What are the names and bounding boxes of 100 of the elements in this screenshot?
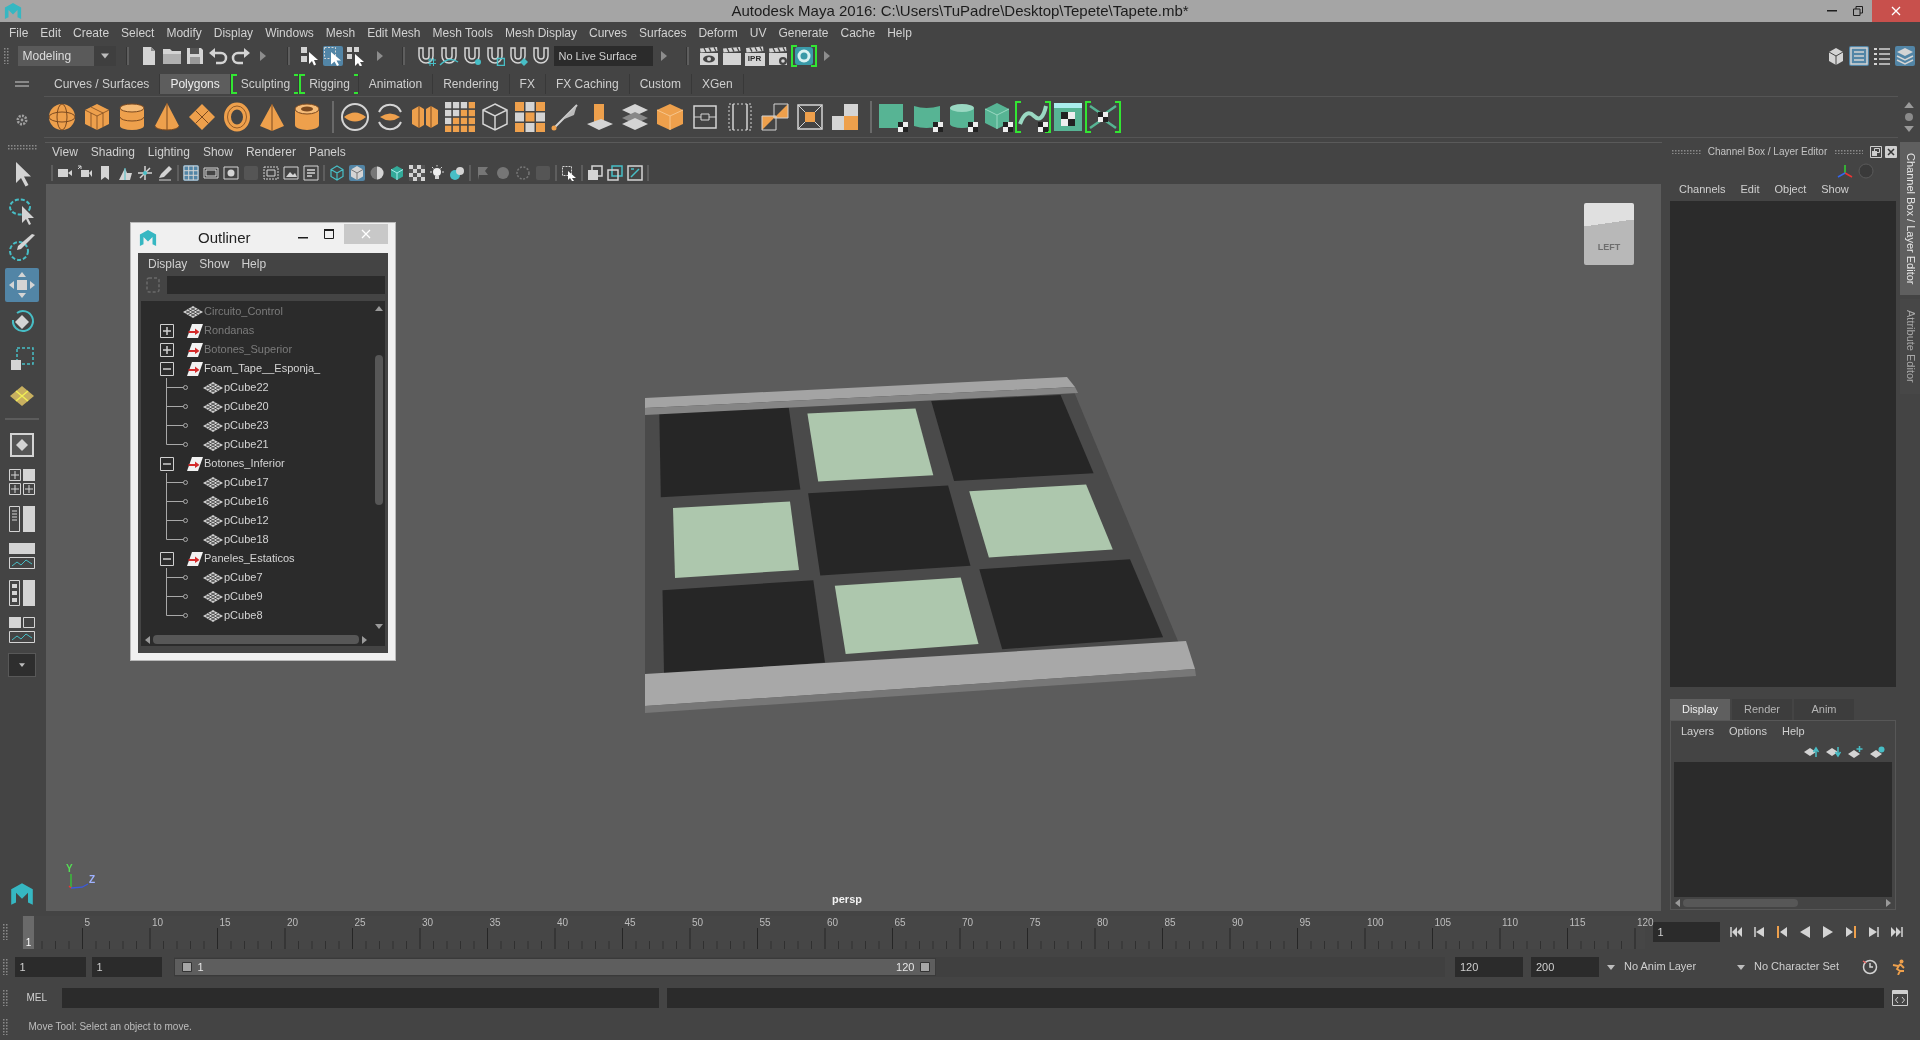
dashed-squares-icon[interactable]	[263, 164, 279, 181]
sphere-icon[interactable]	[47, 102, 77, 132]
torus-icon[interactable]	[222, 102, 252, 132]
menu-item[interactable]: Channels	[1679, 183, 1726, 197]
playback-end-field[interactable]: 120	[1455, 957, 1523, 977]
menu-item[interactable]: Create	[67, 22, 116, 44]
range-slider-track[interactable]: 1 120	[173, 957, 1445, 977]
checker-icon[interactable]	[409, 164, 425, 181]
menu-item[interactable]: Options	[1729, 724, 1767, 739]
render-button[interactable]: IPR	[744, 46, 765, 66]
outliner-item[interactable]: Paneles_Estaticos	[204, 549, 295, 568]
menu-item[interactable]: UV	[743, 22, 773, 44]
cone-icon[interactable]	[152, 102, 182, 132]
quad-squares-icon[interactable]	[830, 102, 860, 132]
shaded-cube-icon[interactable]	[349, 164, 365, 181]
diamond-icon[interactable]	[187, 102, 217, 132]
expand-arrow-icon[interactable]	[376, 51, 383, 61]
four-panes-icon[interactable]	[6, 466, 38, 498]
menu-item[interactable]: Cache	[834, 22, 882, 44]
outliner-item[interactable]: pCube22	[224, 378, 269, 397]
layer-dot-icon[interactable]	[1869, 746, 1885, 758]
key-back-icon[interactable]	[1775, 926, 1788, 938]
menu-item[interactable]: Show	[199, 256, 230, 272]
left-arrow-icon[interactable]	[145, 635, 150, 644]
dial-icon[interactable]	[1862, 959, 1878, 975]
menu-item[interactable]: Show	[202, 143, 233, 162]
menu-item[interactable]: Display	[148, 256, 188, 272]
cursor-box-icon[interactable]	[322, 46, 343, 66]
menu-item[interactable]: Panels	[308, 143, 346, 162]
expand-arrow-icon[interactable]	[259, 51, 266, 61]
pipe-icon[interactable]	[292, 102, 322, 132]
picture-icon[interactable]	[283, 164, 299, 181]
start-frame-field[interactable]: 1	[14, 957, 86, 977]
split-graph-icon[interactable]	[6, 614, 38, 646]
menu-item[interactable]: Mesh Tools	[426, 22, 499, 44]
layer-down-icon[interactable]	[1825, 746, 1841, 758]
restore-icon[interactable]	[1853, 6, 1863, 16]
hex-cube-icon[interactable]	[389, 164, 405, 181]
outliner-item[interactable]: pCube20	[224, 397, 269, 416]
outliner-item[interactable]: Foam_Tape__Esponja_	[204, 359, 321, 378]
shelf-tab[interactable]: Animation	[358, 74, 434, 94]
menu-item[interactable]: Generate	[772, 22, 835, 44]
minus-box-icon[interactable]	[160, 361, 174, 376]
character-set-dropdown[interactable]: No Character Set	[1735, 957, 1855, 977]
scroll-thumb[interactable]	[153, 635, 359, 644]
redo-icon[interactable]	[230, 46, 251, 66]
layers-icon[interactable]	[1895, 46, 1915, 66]
outliner-item[interactable]: Circuito_Control	[204, 302, 283, 321]
script-language-button[interactable]: MEL	[26, 992, 48, 1004]
pyramid-icon[interactable]	[257, 102, 287, 132]
workspace-dropdown[interactable]: Modeling	[17, 46, 116, 66]
wire-cube-icon[interactable]	[480, 102, 510, 132]
tiled-squares-icon[interactable]	[445, 102, 475, 132]
outliner-item[interactable]: pCube9	[224, 587, 263, 606]
key-forward-icon[interactable]	[1844, 926, 1857, 938]
anim-layer-dropdown[interactable]: No Anim Layer	[1605, 957, 1722, 977]
outliner-item[interactable]: pCube23	[224, 416, 269, 435]
up-arrow-icon[interactable]	[1904, 102, 1914, 108]
minimize-icon[interactable]	[1827, 10, 1837, 12]
cube-icon[interactable]	[655, 102, 685, 132]
menu-lines-icon[interactable]	[15, 81, 29, 87]
diagonal-squares-icon[interactable]	[760, 102, 790, 132]
menu-item[interactable]: Renderer	[245, 143, 296, 162]
outliner-item[interactable]: pCube8	[224, 606, 263, 625]
shelf-tab[interactable]: Custom	[629, 74, 692, 94]
sliders-panel-icon[interactable]	[1849, 46, 1869, 66]
window-checker-icon[interactable]	[1053, 102, 1083, 132]
square-node-icon[interactable]	[690, 102, 720, 132]
clapper-gear-icon[interactable]	[767, 46, 788, 66]
folder-icon[interactable]	[161, 46, 182, 66]
float-window-icon[interactable]	[1870, 146, 1882, 158]
shelf-tab[interactable]: XGen	[691, 74, 744, 94]
right-arrow-icon[interactable]	[1886, 899, 1891, 907]
layer-tab[interactable]: Anim	[1794, 699, 1854, 720]
outliner-item[interactable]: pCube18	[224, 530, 269, 549]
list-pane-icon[interactable]	[6, 503, 38, 535]
axes-arrows-icon[interactable]	[137, 164, 153, 181]
cube-stack-icon[interactable]	[1826, 46, 1846, 66]
magnet-icon[interactable]	[530, 46, 551, 66]
pen-icon[interactable]	[157, 164, 173, 181]
shelf-tab[interactable]: Rendering	[433, 74, 510, 94]
outliner-item[interactable]: Botones_Superior	[204, 340, 293, 359]
menu-item[interactable]: Windows	[259, 22, 320, 44]
outliner-item[interactable]: Rondanas	[204, 321, 255, 340]
lens-ring-icon[interactable]	[790, 45, 817, 67]
plus-box-icon[interactable]	[160, 342, 174, 357]
circle-square-icon[interactable]	[223, 164, 239, 181]
cursor-grid-icon[interactable]	[345, 46, 366, 66]
menu-item[interactable]: Lighting	[147, 143, 190, 162]
ring-lens-icon[interactable]	[340, 102, 370, 132]
square-cross-icon[interactable]	[795, 102, 825, 132]
menu-item[interactable]: Display	[207, 22, 260, 44]
minimize-icon[interactable]	[298, 237, 308, 239]
menu-item[interactable]: Edit	[1740, 183, 1760, 197]
filter-field[interactable]	[167, 276, 385, 294]
undo-icon[interactable]	[207, 46, 228, 66]
menu-item[interactable]: Deform	[692, 22, 744, 44]
clapper-icon[interactable]	[721, 46, 742, 66]
lines-box-icon[interactable]	[303, 164, 319, 181]
expand-arrow-icon[interactable]	[823, 51, 830, 61]
